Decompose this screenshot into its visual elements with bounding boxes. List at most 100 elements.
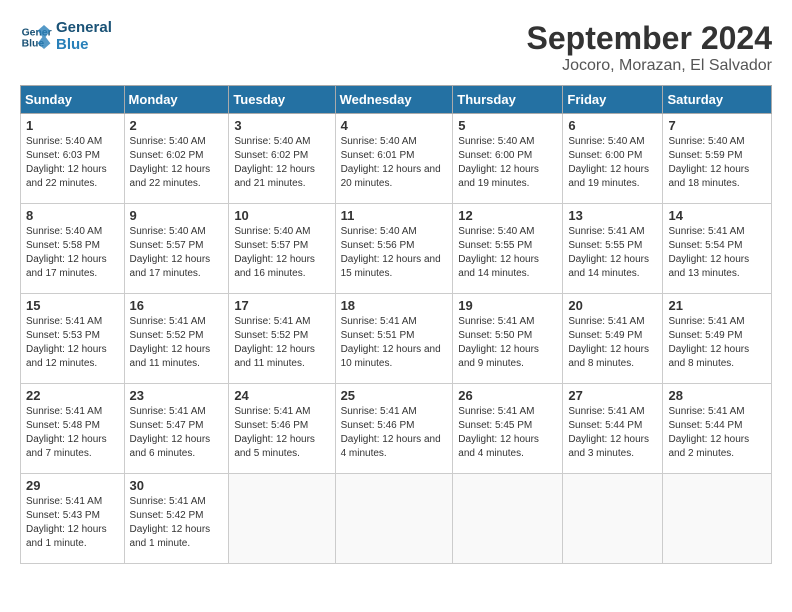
- calendar-cell: 10 Sunrise: 5:40 AMSunset: 5:57 PMDaylig…: [229, 204, 335, 294]
- day-detail: Sunrise: 5:40 AMSunset: 6:00 PMDaylight:…: [458, 136, 539, 189]
- day-number: 5: [458, 118, 557, 133]
- calendar-cell: 4 Sunrise: 5:40 AMSunset: 6:01 PMDayligh…: [335, 114, 453, 204]
- calendar-cell: 22 Sunrise: 5:41 AMSunset: 5:48 PMDaylig…: [21, 384, 125, 474]
- main-title: September 2024: [527, 20, 772, 57]
- day-number: 23: [130, 388, 224, 403]
- day-detail: Sunrise: 5:40 AMSunset: 6:02 PMDaylight:…: [234, 136, 315, 189]
- week-row-3: 15 Sunrise: 5:41 AMSunset: 5:53 PMDaylig…: [21, 294, 772, 384]
- day-number: 17: [234, 298, 329, 313]
- day-number: 26: [458, 388, 557, 403]
- calendar-cell: [453, 474, 563, 564]
- day-detail: Sunrise: 5:41 AMSunset: 5:52 PMDaylight:…: [130, 316, 211, 369]
- day-number: 25: [341, 388, 448, 403]
- day-number: 8: [26, 208, 119, 223]
- day-detail: Sunrise: 5:41 AMSunset: 5:47 PMDaylight:…: [130, 406, 211, 459]
- day-number: 9: [130, 208, 224, 223]
- day-header-tuesday: Tuesday: [229, 86, 335, 114]
- calendar-cell: 28 Sunrise: 5:41 AMSunset: 5:44 PMDaylig…: [663, 384, 772, 474]
- calendar-cell: [335, 474, 453, 564]
- calendar-cell: 20 Sunrise: 5:41 AMSunset: 5:49 PMDaylig…: [563, 294, 663, 384]
- day-number: 22: [26, 388, 119, 403]
- day-detail: Sunrise: 5:41 AMSunset: 5:46 PMDaylight:…: [341, 406, 441, 459]
- day-detail: Sunrise: 5:41 AMSunset: 5:44 PMDaylight:…: [668, 406, 749, 459]
- day-detail: Sunrise: 5:41 AMSunset: 5:46 PMDaylight:…: [234, 406, 315, 459]
- day-number: 21: [668, 298, 766, 313]
- day-detail: Sunrise: 5:41 AMSunset: 5:54 PMDaylight:…: [668, 226, 749, 279]
- day-detail: Sunrise: 5:41 AMSunset: 5:50 PMDaylight:…: [458, 316, 539, 369]
- calendar-cell: 15 Sunrise: 5:41 AMSunset: 5:53 PMDaylig…: [21, 294, 125, 384]
- title-area: September 2024 Jocoro, Morazan, El Salva…: [527, 20, 772, 75]
- calendar-cell: 21 Sunrise: 5:41 AMSunset: 5:49 PMDaylig…: [663, 294, 772, 384]
- day-detail: Sunrise: 5:41 AMSunset: 5:52 PMDaylight:…: [234, 316, 315, 369]
- day-detail: Sunrise: 5:41 AMSunset: 5:55 PMDaylight:…: [568, 226, 649, 279]
- day-detail: Sunrise: 5:41 AMSunset: 5:51 PMDaylight:…: [341, 316, 441, 369]
- calendar-cell: 16 Sunrise: 5:41 AMSunset: 5:52 PMDaylig…: [124, 294, 229, 384]
- calendar-cell: 23 Sunrise: 5:41 AMSunset: 5:47 PMDaylig…: [124, 384, 229, 474]
- header: General Blue General Blue September 2024…: [20, 20, 772, 75]
- calendar-cell: 11 Sunrise: 5:40 AMSunset: 5:56 PMDaylig…: [335, 204, 453, 294]
- day-number: 20: [568, 298, 657, 313]
- calendar-cell: 8 Sunrise: 5:40 AMSunset: 5:58 PMDayligh…: [21, 204, 125, 294]
- day-header-wednesday: Wednesday: [335, 86, 453, 114]
- week-row-1: 1 Sunrise: 5:40 AMSunset: 6:03 PMDayligh…: [21, 114, 772, 204]
- day-detail: Sunrise: 5:40 AMSunset: 6:00 PMDaylight:…: [568, 136, 649, 189]
- day-detail: Sunrise: 5:40 AMSunset: 6:03 PMDaylight:…: [26, 136, 107, 189]
- day-detail: Sunrise: 5:41 AMSunset: 5:44 PMDaylight:…: [568, 406, 649, 459]
- day-number: 10: [234, 208, 329, 223]
- calendar-cell: 25 Sunrise: 5:41 AMSunset: 5:46 PMDaylig…: [335, 384, 453, 474]
- day-detail: Sunrise: 5:41 AMSunset: 5:45 PMDaylight:…: [458, 406, 539, 459]
- day-detail: Sunrise: 5:40 AMSunset: 5:57 PMDaylight:…: [130, 226, 211, 279]
- day-header-friday: Friday: [563, 86, 663, 114]
- calendar-cell: 14 Sunrise: 5:41 AMSunset: 5:54 PMDaylig…: [663, 204, 772, 294]
- day-number: 18: [341, 298, 448, 313]
- calendar-header-row: SundayMondayTuesdayWednesdayThursdayFrid…: [21, 86, 772, 114]
- day-number: 24: [234, 388, 329, 403]
- calendar-cell: [663, 474, 772, 564]
- day-detail: Sunrise: 5:41 AMSunset: 5:42 PMDaylight:…: [130, 496, 211, 549]
- day-number: 1: [26, 118, 119, 133]
- day-detail: Sunrise: 5:41 AMSunset: 5:43 PMDaylight:…: [26, 496, 107, 549]
- day-number: 19: [458, 298, 557, 313]
- day-header-thursday: Thursday: [453, 86, 563, 114]
- calendar-cell: 26 Sunrise: 5:41 AMSunset: 5:45 PMDaylig…: [453, 384, 563, 474]
- day-number: 4: [341, 118, 448, 133]
- logo: General Blue General Blue: [20, 20, 112, 53]
- calendar-table: SundayMondayTuesdayWednesdayThursdayFrid…: [20, 85, 772, 564]
- calendar-cell: 27 Sunrise: 5:41 AMSunset: 5:44 PMDaylig…: [563, 384, 663, 474]
- day-detail: Sunrise: 5:41 AMSunset: 5:49 PMDaylight:…: [668, 316, 749, 369]
- day-header-saturday: Saturday: [663, 86, 772, 114]
- day-number: 13: [568, 208, 657, 223]
- day-number: 28: [668, 388, 766, 403]
- day-detail: Sunrise: 5:40 AMSunset: 5:56 PMDaylight:…: [341, 226, 441, 279]
- day-detail: Sunrise: 5:40 AMSunset: 5:55 PMDaylight:…: [458, 226, 539, 279]
- calendar-cell: [229, 474, 335, 564]
- logo-text: General Blue: [56, 20, 112, 53]
- day-detail: Sunrise: 5:40 AMSunset: 5:59 PMDaylight:…: [668, 136, 749, 189]
- day-number: 14: [668, 208, 766, 223]
- day-number: 16: [130, 298, 224, 313]
- calendar-cell: 30 Sunrise: 5:41 AMSunset: 5:42 PMDaylig…: [124, 474, 229, 564]
- day-detail: Sunrise: 5:41 AMSunset: 5:53 PMDaylight:…: [26, 316, 107, 369]
- day-detail: Sunrise: 5:41 AMSunset: 5:48 PMDaylight:…: [26, 406, 107, 459]
- calendar-cell: 7 Sunrise: 5:40 AMSunset: 5:59 PMDayligh…: [663, 114, 772, 204]
- day-number: 6: [568, 118, 657, 133]
- calendar-cell: 29 Sunrise: 5:41 AMSunset: 5:43 PMDaylig…: [21, 474, 125, 564]
- calendar-cell: 5 Sunrise: 5:40 AMSunset: 6:00 PMDayligh…: [453, 114, 563, 204]
- subtitle: Jocoro, Morazan, El Salvador: [527, 57, 772, 75]
- calendar-cell: 6 Sunrise: 5:40 AMSunset: 6:00 PMDayligh…: [563, 114, 663, 204]
- calendar-cell: 13 Sunrise: 5:41 AMSunset: 5:55 PMDaylig…: [563, 204, 663, 294]
- day-number: 3: [234, 118, 329, 133]
- day-number: 27: [568, 388, 657, 403]
- calendar-cell: 24 Sunrise: 5:41 AMSunset: 5:46 PMDaylig…: [229, 384, 335, 474]
- day-detail: Sunrise: 5:40 AMSunset: 6:02 PMDaylight:…: [130, 136, 211, 189]
- day-detail: Sunrise: 5:41 AMSunset: 5:49 PMDaylight:…: [568, 316, 649, 369]
- logo-icon: General Blue: [20, 21, 52, 53]
- day-number: 15: [26, 298, 119, 313]
- day-number: 11: [341, 208, 448, 223]
- day-number: 30: [130, 478, 224, 493]
- day-number: 12: [458, 208, 557, 223]
- calendar-cell: 9 Sunrise: 5:40 AMSunset: 5:57 PMDayligh…: [124, 204, 229, 294]
- calendar-body: 1 Sunrise: 5:40 AMSunset: 6:03 PMDayligh…: [21, 114, 772, 564]
- day-detail: Sunrise: 5:40 AMSunset: 5:57 PMDaylight:…: [234, 226, 315, 279]
- week-row-2: 8 Sunrise: 5:40 AMSunset: 5:58 PMDayligh…: [21, 204, 772, 294]
